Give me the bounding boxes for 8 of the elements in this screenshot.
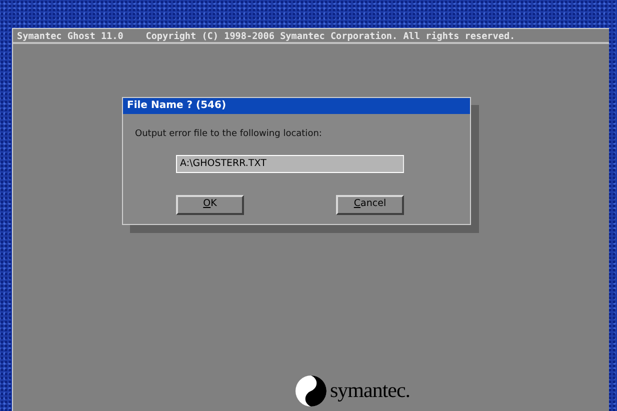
- dialog-button[interactable]: Cancel: [336, 194, 404, 214]
- logo-text: symantec.: [330, 377, 410, 404]
- logo-icon: [295, 375, 327, 407]
- prompt-text: Output error file to the following location:: [135, 128, 323, 141]
- dialog-title: File Name ? (546): [123, 98, 470, 114]
- window-title: Symantec Ghost 11.0 Copyright (C) 1998-2006 Symantec Corporation. All rights reserved.: [13, 29, 609, 44]
- path-field[interactable]: A:\GHOSTERR.TXT: [176, 154, 404, 172]
- dialog-button[interactable]: OK: [176, 194, 244, 214]
